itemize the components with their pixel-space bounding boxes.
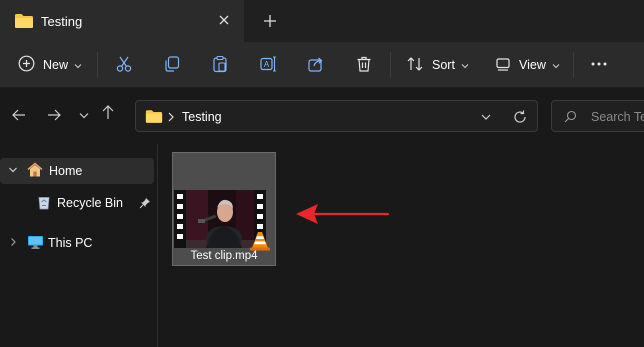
address-bar[interactable]: Testing <box>135 100 538 132</box>
paste-icon <box>211 55 229 76</box>
sidebar-item-label: Recycle Bin <box>57 196 123 210</box>
plus-circle-icon <box>18 55 35 75</box>
sidebar-item-this-pc[interactable]: This PC <box>0 230 154 256</box>
chevron-down-icon[interactable] <box>479 110 493 127</box>
tab-title: Testing <box>41 14 83 29</box>
sort-button[interactable]: Sort <box>406 52 469 78</box>
toolbar-divider <box>390 52 391 78</box>
recent-locations-chevron-icon[interactable] <box>77 106 95 124</box>
toolbar-divider <box>97 52 98 78</box>
new-button[interactable]: New <box>18 52 82 78</box>
command-bar: New A Sort View <box>0 42 644 88</box>
search-placeholder: Search Testing <box>591 110 644 124</box>
copy-button[interactable] <box>163 52 181 78</box>
home-icon <box>26 161 44 182</box>
rename-icon: A <box>259 55 277 76</box>
share-icon <box>307 55 325 76</box>
refresh-icon[interactable] <box>512 109 528 128</box>
sort-label: Sort <box>432 58 455 72</box>
view-label: View <box>519 58 546 72</box>
back-arrow-icon[interactable] <box>10 106 28 124</box>
paste-button[interactable] <box>211 52 229 78</box>
share-button[interactable] <box>307 52 325 78</box>
sidebar-item-label: Home <box>49 164 83 178</box>
chevron-down-icon <box>74 58 82 72</box>
file-item[interactable]: Test clip.mp4 <box>172 152 276 266</box>
sidebar-item-recycle-bin[interactable]: Recycle Bin <box>0 190 154 216</box>
pc-icon <box>27 234 44 253</box>
pin-icon[interactable] <box>139 197 151 212</box>
more-button[interactable] <box>590 52 608 78</box>
breadcrumb-testing[interactable]: Testing <box>182 110 222 124</box>
view-button[interactable]: View <box>495 52 560 78</box>
up-arrow-icon[interactable] <box>99 103 117 121</box>
sidebar-item-home[interactable]: Home <box>0 158 154 184</box>
title-bar: Testing <box>0 0 644 42</box>
delete-button[interactable] <box>355 52 373 78</box>
folder-icon <box>145 109 163 127</box>
chevron-down-icon <box>461 58 469 72</box>
rename-button[interactable]: A <box>259 52 277 78</box>
cut-icon <box>115 55 133 76</box>
more-icon <box>590 55 608 76</box>
file-list: Test clip.mp4 <box>158 144 644 347</box>
forward-arrow-icon[interactable] <box>45 106 63 124</box>
folder-icon <box>14 13 34 32</box>
chevron-down-icon[interactable] <box>7 164 19 179</box>
plus-icon[interactable] <box>261 12 279 30</box>
chevron-right-icon[interactable] <box>7 236 19 251</box>
close-icon[interactable] <box>215 11 233 29</box>
search-box[interactable]: Search Testing <box>551 100 644 132</box>
search-icon <box>563 110 577 127</box>
sort-icon <box>406 55 424 76</box>
recycle-bin-icon <box>36 194 52 213</box>
chevron-down-icon <box>552 58 560 72</box>
navigation-row: Testing Search Testing <box>0 88 644 144</box>
red-arrow-icon <box>296 204 390 224</box>
copy-icon <box>163 55 181 76</box>
navigation-pane: Home Recycle Bin This PC <box>0 144 157 347</box>
tab-testing[interactable]: Testing <box>0 0 244 42</box>
view-icon <box>495 56 511 75</box>
cut-button[interactable] <box>115 52 133 78</box>
chevron-right-icon[interactable] <box>166 110 176 127</box>
delete-icon <box>355 55 373 76</box>
file-name: Test clip.mp4 <box>190 250 258 262</box>
toolbar-divider <box>573 52 574 78</box>
new-label: New <box>43 58 69 72</box>
svg-text:A: A <box>264 60 270 69</box>
sidebar-item-label: This PC <box>48 236 93 250</box>
